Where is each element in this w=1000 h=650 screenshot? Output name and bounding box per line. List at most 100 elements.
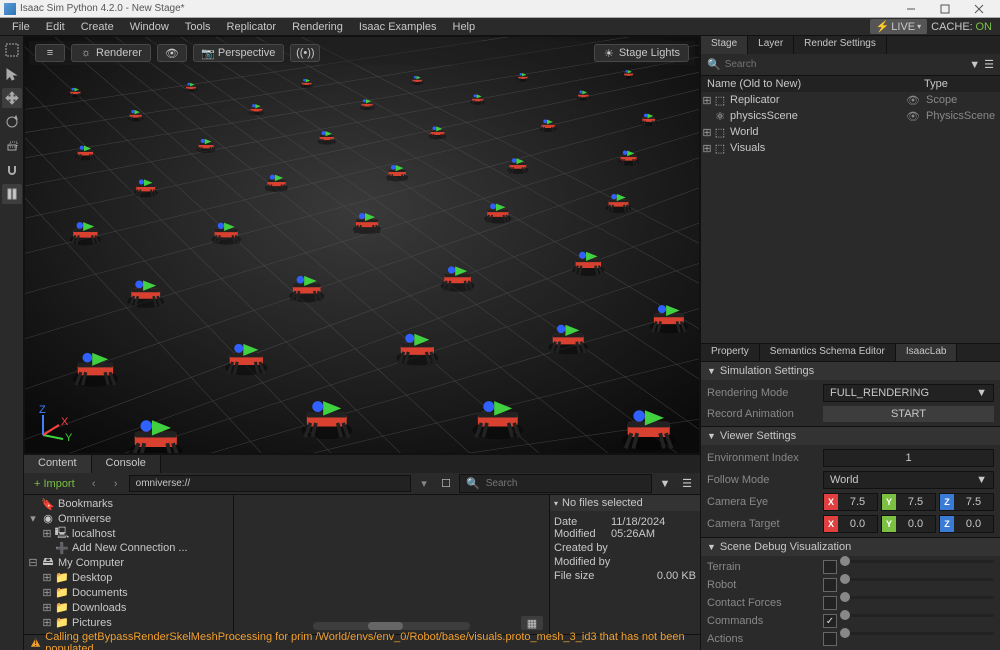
debug-slider[interactable] (840, 560, 994, 563)
viewport-camera-dropdown[interactable]: 📷Perspective (193, 44, 284, 62)
debug-slider[interactable] (840, 614, 994, 617)
folder-icon: 📁 (56, 587, 68, 599)
menu-rendering[interactable]: Rendering (284, 21, 351, 33)
debug-slider[interactable] (840, 596, 994, 599)
debug-checkbox[interactable] (823, 578, 837, 592)
camera-eye-y-field[interactable]: 7.5 (896, 494, 935, 510)
tool-select[interactable] (2, 64, 22, 84)
stage-item[interactable]: ⊞⬚Replicator👁Scope (701, 92, 1000, 108)
camera-eye-x-field[interactable]: 7.5 (838, 494, 877, 510)
section-viewer-settings[interactable]: ▼Viewer Settings (701, 426, 1000, 445)
record-animation-start-button[interactable]: START (823, 406, 994, 422)
tool-scale[interactable] (2, 136, 22, 156)
tab-content[interactable]: Content (24, 455, 92, 473)
tree-item[interactable]: ⊞📁Pictures (26, 615, 231, 630)
stage-header: Name (Old to New)Type (701, 76, 1000, 92)
prim-icon: ⚛ (713, 109, 727, 123)
stage-options-icon[interactable]: ☰ (984, 58, 994, 71)
menu-isaac-examples[interactable]: Isaac Examples (351, 21, 445, 33)
svg-text:Y: Y (65, 432, 73, 444)
window-minimize-button[interactable] (894, 1, 928, 17)
viewport-3d[interactable]: Z Y X (25, 37, 699, 453)
view-mode-toggle[interactable]: ▦ (521, 616, 543, 630)
tree-item[interactable]: ⊞🖳localhost (26, 526, 231, 541)
viewport-lights-dropdown[interactable]: ☀Stage Lights (594, 44, 689, 62)
tab-render-settings[interactable]: Render Settings (794, 36, 887, 54)
debug-checkbox[interactable] (823, 632, 837, 646)
visibility-eye-icon[interactable]: 👁 (906, 110, 926, 123)
menu-window[interactable]: Window (122, 21, 177, 33)
filter-icon[interactable]: ▼ (969, 59, 980, 71)
tree-item[interactable]: ⊞📁Desktop (26, 570, 231, 585)
nav-forward-button[interactable]: › (107, 475, 125, 493)
import-button[interactable]: + Import (28, 478, 81, 490)
content-search-input[interactable] (486, 478, 645, 489)
content-details: ▾No files selected Date Modified11/18/20… (550, 495, 700, 634)
thumbnail-size-slider[interactable] (313, 622, 471, 630)
rendering-mode-dropdown[interactable]: FULL_RENDERING▼ (823, 384, 994, 402)
options-icon[interactable]: ☰ (678, 475, 696, 493)
tab-console[interactable]: Console (92, 455, 161, 473)
tab-semantics-schema[interactable]: Semantics Schema Editor (760, 344, 896, 361)
camera-target-z-field[interactable]: 0.0 (954, 516, 993, 532)
path-field[interactable] (129, 475, 411, 492)
viewport-hamburger-button[interactable]: ≡ (35, 44, 65, 62)
path-dropdown-button[interactable]: ▾ (415, 475, 433, 493)
debug-checkbox[interactable] (823, 614, 837, 628)
debug-checkbox[interactable] (823, 560, 837, 574)
tool-snap[interactable] (2, 160, 22, 180)
debug-slider[interactable] (840, 578, 994, 581)
filter-icon[interactable]: ▼ (656, 475, 674, 493)
right-panel: Stage Layer Render Settings 🔍 ▼ ☰ Name (… (700, 36, 1000, 650)
menu-edit[interactable]: Edit (38, 21, 73, 33)
camera-target-x-field[interactable]: 0.0 (838, 516, 877, 532)
menu-replicator[interactable]: Replicator (219, 21, 285, 33)
camera-target-y-field[interactable]: 0.0 (896, 516, 935, 532)
menu-file[interactable]: File (4, 21, 38, 33)
tree-item[interactable]: ⊞📁Downloads (26, 600, 231, 615)
nav-back-button[interactable]: ‹ (85, 475, 103, 493)
stage-tree[interactable]: ⊞⬚Replicator👁Scope⚛physicsScene👁PhysicsS… (701, 92, 1000, 182)
tab-isaaclab[interactable]: IsaacLab (896, 344, 958, 361)
tool-select-bound[interactable] (2, 40, 22, 60)
drive-icon: 🖴 (42, 557, 54, 569)
debug-slider[interactable] (840, 632, 994, 635)
stage-item[interactable]: ⊞⬚Visuals (701, 140, 1000, 156)
tree-item[interactable]: ⊞📁Documents (26, 585, 231, 600)
tree-item[interactable]: ➕Add New Connection ... (26, 541, 231, 555)
tab-property[interactable]: Property (701, 344, 760, 361)
viewport-renderer-dropdown[interactable]: ☼Renderer (71, 44, 151, 62)
prim-icon: ⬚ (713, 93, 727, 107)
bookmark-icon[interactable]: ☐ (437, 475, 455, 493)
viewport-visibility-button[interactable]: 👁 (157, 44, 187, 62)
env-index-field[interactable]: 1 (823, 449, 994, 467)
tool-move[interactable] (2, 88, 22, 108)
content-grid[interactable]: ▦ (234, 495, 550, 634)
section-scene-debug[interactable]: ▼Scene Debug Visualization (701, 537, 1000, 556)
stage-item[interactable]: ⊞⬚World (701, 124, 1000, 140)
env-index-label: Environment Index (707, 452, 817, 464)
folder-icon: 📁 (56, 617, 68, 629)
menu-tools[interactable]: Tools (177, 21, 219, 33)
content-tree[interactable]: 🔖Bookmarks▾◉Omniverse⊞🖳localhost➕Add New… (24, 495, 234, 634)
camera-eye-z-field[interactable]: 7.5 (954, 494, 993, 510)
menu-create[interactable]: Create (73, 21, 122, 33)
tree-item[interactable]: 🔖Bookmarks (26, 497, 231, 511)
tool-rotate[interactable] (2, 112, 22, 132)
section-simulation-settings[interactable]: ▼Simulation Settings (701, 361, 1000, 380)
stage-search-input[interactable] (725, 59, 966, 70)
visibility-eye-icon[interactable]: 👁 (906, 94, 926, 107)
live-status-button[interactable]: ⚡LIVE▾ (870, 19, 928, 34)
window-close-button[interactable] (962, 1, 996, 17)
stage-item[interactable]: ⚛physicsScene👁PhysicsScene (701, 108, 1000, 124)
follow-mode-dropdown[interactable]: World▼ (823, 471, 994, 489)
debug-checkbox[interactable] (823, 596, 837, 610)
tab-layer[interactable]: Layer (748, 36, 794, 54)
tool-play-pause[interactable] (2, 184, 22, 204)
tab-stage[interactable]: Stage (701, 36, 748, 54)
camera-icon: 📷 (202, 47, 214, 59)
tree-item[interactable]: ⊟🖴My Computer (26, 555, 231, 570)
menu-help[interactable]: Help (445, 21, 484, 33)
window-maximize-button[interactable] (928, 1, 962, 17)
viewport-audio-button[interactable]: ((•)) (290, 44, 320, 62)
